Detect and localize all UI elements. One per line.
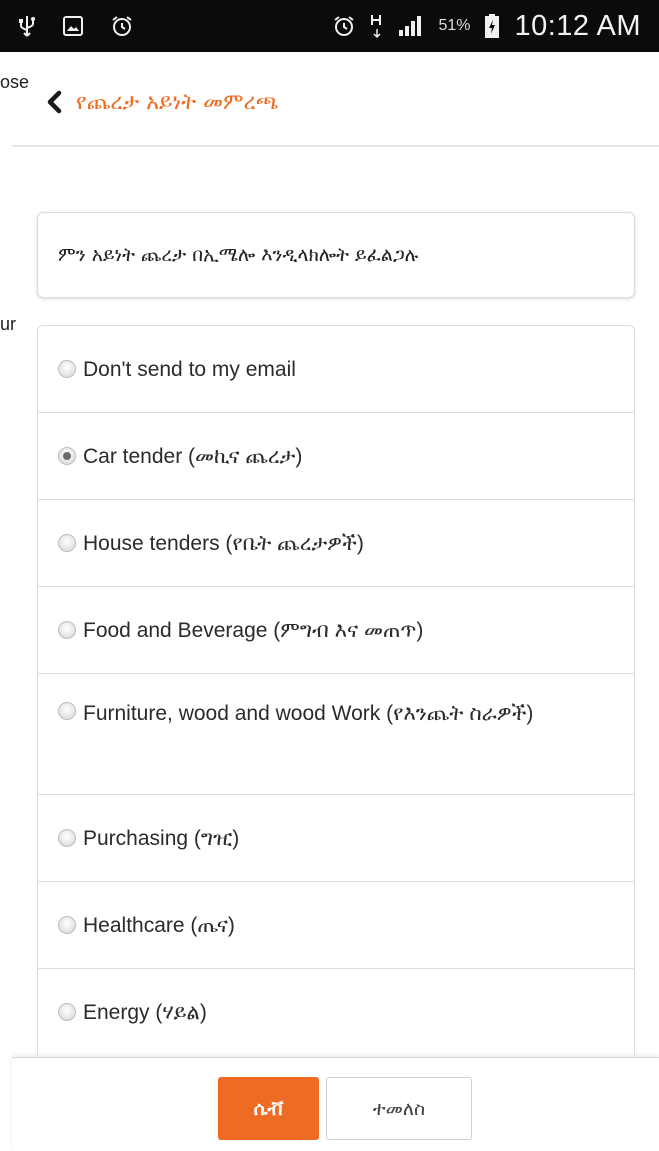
clipped-text-fragment: ur bbox=[0, 314, 17, 334]
radio-button[interactable] bbox=[58, 1003, 76, 1021]
radio-button[interactable] bbox=[58, 360, 76, 378]
option-label: Energy (ሃይል) bbox=[83, 1000, 207, 1024]
tender-type-options: Don't send to my email Car tender (መኪና ጨ… bbox=[37, 325, 635, 1055]
radio-option-no-email[interactable]: Don't send to my email bbox=[38, 326, 634, 413]
radio-option-car-tender[interactable]: Car tender (መኪና ጨረታ) bbox=[38, 413, 634, 500]
battery-percent: 51% bbox=[438, 17, 471, 34]
page-title: የጨረታ አይነት መምረጫ bbox=[76, 89, 279, 115]
option-label: Furniture, wood and wood Work (የእንጨት ስራዎ… bbox=[83, 702, 534, 725]
chevron-left-icon[interactable] bbox=[44, 87, 68, 117]
radio-option-food-beverage[interactable]: Food and Beverage (ምግብ እና መጠጥ) bbox=[38, 587, 634, 674]
radio-button[interactable] bbox=[58, 829, 76, 847]
app-header: የጨረታ አይነት መምረጫ bbox=[44, 82, 279, 122]
radio-option-house-tenders[interactable]: House tenders (የቤት ጨረታዎች) bbox=[38, 500, 634, 587]
alarm-icon bbox=[110, 14, 134, 38]
radio-button[interactable] bbox=[58, 702, 76, 720]
clock: 10:12 AM bbox=[514, 9, 641, 42]
status-bar: 51% 10:12 AM bbox=[0, 0, 659, 52]
question-text: ምን አይነት ጨረታ በኢሜሎ እንዲላክሎት ይፈልጋሉ bbox=[58, 244, 419, 266]
hplus-icon bbox=[370, 13, 384, 39]
option-label: Purchasing (ግዢ) bbox=[83, 826, 240, 850]
radio-option-healthcare[interactable]: Healthcare (ጤና) bbox=[38, 882, 634, 969]
usb-icon bbox=[18, 14, 36, 38]
option-label: Car tender (መኪና ጨረታ) bbox=[83, 444, 303, 468]
image-icon bbox=[62, 15, 84, 37]
battery-icon bbox=[484, 13, 500, 39]
back-button[interactable]: ተመለስ bbox=[326, 1077, 472, 1140]
question-card: ምን አይነት ጨረታ በኢሜሎ እንዲላክሎት ይፈልጋሉ bbox=[37, 212, 635, 298]
header-divider bbox=[12, 145, 659, 147]
radio-option-furniture-wood[interactable]: Furniture, wood and wood Work (የእንጨት ስራዎ… bbox=[38, 674, 634, 795]
radio-button-selected[interactable] bbox=[58, 447, 76, 465]
radio-option-energy[interactable]: Energy (ሃይል) bbox=[38, 969, 634, 1055]
signal-icon bbox=[398, 15, 424, 37]
radio-button[interactable] bbox=[58, 621, 76, 639]
option-label: Food and Beverage (ምግብ እና መጠጥ) bbox=[83, 618, 424, 642]
alarm-icon bbox=[332, 14, 356, 38]
clipped-text-fragment: ose bbox=[0, 72, 30, 92]
option-label: Don't send to my email bbox=[83, 357, 296, 381]
radio-button[interactable] bbox=[58, 916, 76, 934]
radio-option-purchasing[interactable]: Purchasing (ግዢ) bbox=[38, 795, 634, 882]
save-button[interactable]: ሴቭ bbox=[218, 1077, 319, 1140]
option-label: Healthcare (ጤና) bbox=[83, 913, 235, 937]
option-label: House tenders (የቤት ጨረታዎች) bbox=[83, 531, 364, 555]
radio-button[interactable] bbox=[58, 534, 76, 552]
